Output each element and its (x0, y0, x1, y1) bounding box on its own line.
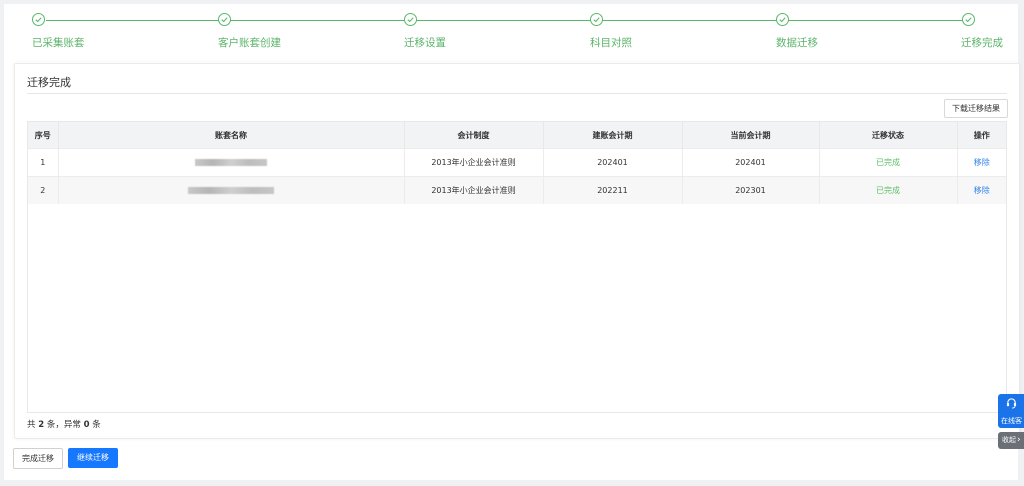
header-book-name: 账套名称 (58, 122, 405, 149)
cell-accounting-system: 2013年小企业会计准则 (404, 148, 544, 177)
result-table: 序号 账套名称 会计制度 建账会计期 当前会计期 迁移状态 操作 1 2013年… (27, 121, 1007, 413)
cell-index: 2 (28, 176, 59, 204)
check-circle-icon (404, 13, 417, 26)
header-current-period: 当前会计期 (682, 122, 820, 149)
cell-accounting-system: 2013年小企业会计准则 (404, 176, 544, 204)
check-circle-icon (218, 13, 231, 26)
cell-book-name (58, 148, 405, 177)
redacted-name (188, 187, 274, 194)
header-start-period: 建账会计期 (543, 122, 683, 149)
table-row: 2 2013年小企业会计准则 202211 202301 已完成 移除 (28, 176, 1006, 204)
header-accounting-system: 会计制度 (404, 122, 544, 149)
remove-link[interactable]: 移除 (957, 176, 1006, 204)
header-action: 操作 (957, 122, 1006, 149)
continue-migration-button[interactable]: 继续迁移 (68, 448, 118, 468)
download-result-button[interactable]: 下载迁移结果 (944, 99, 1008, 118)
cell-status: 已完成 (819, 148, 958, 177)
remove-link[interactable]: 移除 (957, 148, 1006, 177)
cell-index: 1 (28, 148, 59, 177)
summary-text: 共 2 条，异常 0 条 (27, 418, 101, 430)
card-divider (27, 93, 1007, 94)
table-header-row: 序号 账套名称 会计制度 建账会计期 当前会计期 迁移状态 操作 (28, 122, 1006, 149)
migration-stepper: 已采集账套 客户账套创建 迁移设置 科目对照 数据迁移 迁移完成 (0, 0, 1024, 56)
step-label: 迁移设置 (404, 37, 446, 49)
summary-mid: 条，异常 (46, 420, 81, 430)
step-label: 已采集账套 (32, 37, 85, 49)
cell-start-period: 202211 (543, 176, 683, 204)
card-title: 迁移完成 (27, 76, 71, 89)
table-row: 1 2013年小企业会计准则 202401 202401 已完成 移除 (28, 148, 1006, 177)
summary-abnormal: 0 (83, 420, 90, 430)
cell-status: 已完成 (819, 176, 958, 204)
cell-book-name (58, 176, 405, 204)
check-circle-icon (776, 13, 789, 26)
finish-migration-button[interactable]: 完成迁移 (13, 448, 63, 469)
header-index: 序号 (28, 122, 59, 149)
step-label: 数据迁移 (776, 37, 818, 49)
collapse-label: 收起 (1002, 436, 1016, 444)
result-card: 迁移完成 下载迁移结果 序号 账套名称 会计制度 建账会计期 当前会计期 迁移状… (14, 63, 1020, 439)
cell-current-period: 202401 (682, 148, 820, 177)
stepper-line (46, 20, 968, 21)
check-circle-icon (962, 13, 975, 26)
summary-total: 2 (38, 420, 45, 430)
step-label: 迁移完成 (961, 37, 1003, 49)
cell-current-period: 202301 (682, 176, 820, 204)
step-label: 科目对照 (590, 37, 632, 49)
chevron-right-icon: › (1017, 435, 1021, 445)
summary-prefix: 共 (27, 420, 36, 430)
check-circle-icon (590, 13, 603, 26)
redacted-name (195, 159, 267, 166)
headset-icon (1006, 398, 1017, 409)
cell-start-period: 202401 (543, 148, 683, 177)
header-status: 迁移状态 (819, 122, 958, 149)
collapse-button[interactable]: 收起 › (998, 432, 1024, 449)
online-service-button[interactable]: 在线客 (998, 394, 1024, 428)
online-service-label: 在线客 (1001, 417, 1022, 425)
summary-suffix: 条 (92, 420, 101, 430)
check-circle-icon (32, 13, 45, 26)
step-label: 客户账套创建 (218, 37, 281, 49)
